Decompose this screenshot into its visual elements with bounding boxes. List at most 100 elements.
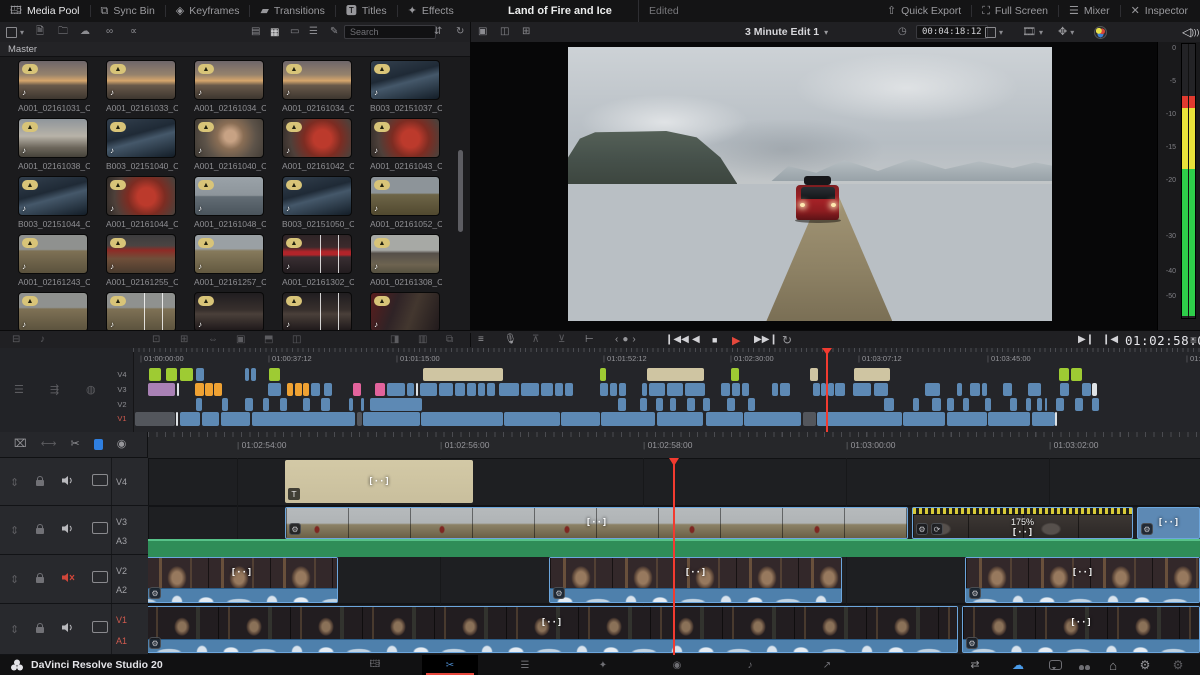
media-page-button[interactable]: 🖽 xyxy=(347,655,403,675)
overview-clip[interactable] xyxy=(222,398,228,411)
overview-clip[interactable] xyxy=(195,383,204,396)
track-header-v4[interactable]: ⇕V4 xyxy=(0,458,148,506)
overview-clip[interactable] xyxy=(903,412,945,426)
overview-clip[interactable] xyxy=(657,412,703,426)
timeline-video-clip-retime[interactable]: 175%[··]⚙⟳ xyxy=(912,507,1133,539)
stop-button[interactable]: ■ xyxy=(712,331,717,349)
place-on-top-icon[interactable]: ⬒ xyxy=(264,331,273,349)
overview-clip[interactable] xyxy=(361,398,364,411)
smooth-cut-icon[interactable]: ⧉ xyxy=(446,331,453,349)
overview-clip[interactable] xyxy=(202,412,219,426)
media-clip[interactable]: ▲♪A001_02161308_C... xyxy=(370,234,440,287)
media-clip[interactable]: ▲♪B003_02151050_C... xyxy=(282,176,352,229)
timeline-ruler[interactable]: 01:02:54:0001:02:56:0001:02:58:0001:03:0… xyxy=(148,432,1200,459)
viewer-mode-1-icon[interactable]: ▣ xyxy=(478,22,487,42)
overview-playhead[interactable] xyxy=(826,348,828,432)
track-resize-icon[interactable]: ⇕ xyxy=(10,570,19,588)
media-clip[interactable]: ▲♪A001_02161034_C... xyxy=(282,60,352,113)
collaboration-icon[interactable] xyxy=(1075,655,1095,675)
overview-clip[interactable] xyxy=(1082,383,1091,396)
overview-clip[interactable] xyxy=(732,383,740,396)
loop-button[interactable]: ↻ xyxy=(782,331,792,349)
search-input[interactable] xyxy=(344,25,436,39)
overview-clip[interactable] xyxy=(196,368,204,381)
overview-clip[interactable] xyxy=(287,383,293,396)
overview-clip[interactable] xyxy=(221,412,250,426)
deliver-page-button[interactable]: ↗ xyxy=(799,655,855,675)
overview-clip[interactable] xyxy=(780,383,790,396)
viewer-mode-2-icon[interactable]: ◫ xyxy=(500,22,509,42)
grab-still-icon[interactable]: ⊻ xyxy=(558,331,565,349)
track-header-v3[interactable]: ⇕V3A3 xyxy=(0,506,148,555)
timeline-interview-clip[interactable]: ⚙[··] xyxy=(148,557,338,603)
close-up-icon[interactable]: ▣ xyxy=(236,331,245,349)
overview-clip[interactable] xyxy=(884,398,894,411)
overview-clip[interactable] xyxy=(670,398,676,411)
overview-clip[interactable] xyxy=(1056,398,1064,411)
overview-clip[interactable] xyxy=(149,368,161,381)
fairlight-page-button[interactable]: ♪ xyxy=(722,655,778,675)
overview-clip[interactable] xyxy=(363,412,420,426)
overview-clip[interactable] xyxy=(1003,383,1012,396)
overview-clip[interactable] xyxy=(280,398,287,411)
overview-clip[interactable] xyxy=(1026,398,1031,411)
overview-clip[interactable] xyxy=(521,383,539,396)
overview-clip[interactable] xyxy=(353,383,361,396)
media-pool-panel-toggle[interactable]: ▾ xyxy=(6,22,24,42)
overview-clip[interactable] xyxy=(1032,412,1055,426)
action-quick-export[interactable]: ⇧Quick Export xyxy=(877,0,971,22)
overview-clip[interactable] xyxy=(828,383,834,396)
refresh-button[interactable]: ↻ xyxy=(456,22,464,42)
overview-clip[interactable] xyxy=(731,368,739,381)
overview-clip[interactable] xyxy=(685,383,705,396)
marker-color-swatch[interactable] xyxy=(94,439,103,450)
video-preview[interactable] xyxy=(568,47,1052,321)
overview-clip[interactable] xyxy=(177,383,179,396)
media-clip[interactable]: ▲♪A001_02161031_C... xyxy=(18,60,88,113)
overview-clip[interactable] xyxy=(295,383,302,396)
bin-breadcrumb[interactable]: Master xyxy=(0,42,470,57)
unlink-media-button[interactable]: ∝ xyxy=(130,22,137,42)
timeline-selector[interactable]: 3 Minute Edit 1▾ xyxy=(745,22,828,42)
smart-insert-icon[interactable]: ⊡ xyxy=(152,331,160,349)
nav-sync-bin[interactable]: ⧉Sync Bin xyxy=(91,0,165,22)
overview-clip[interactable] xyxy=(932,398,941,411)
overview-clip[interactable] xyxy=(706,412,743,426)
view-strip-button[interactable]: ▭ xyxy=(290,22,299,42)
trim-mode-icon[interactable]: ⟷ xyxy=(41,439,57,450)
media-clip[interactable]: ▲♪A001_02161043_C... xyxy=(370,118,440,171)
overview-clip[interactable] xyxy=(375,383,385,396)
source-overwrite-icon[interactable]: ◫ xyxy=(292,331,301,349)
overview-clip[interactable] xyxy=(349,398,353,411)
overview-clip[interactable] xyxy=(957,383,962,396)
color-page-button[interactable]: ◉ xyxy=(649,655,705,675)
overview-clip[interactable] xyxy=(947,398,954,411)
cloud-icon[interactable]: ☁ xyxy=(1008,655,1028,675)
nav-effects[interactable]: ✦Effects xyxy=(398,0,464,22)
overview-clip[interactable] xyxy=(1055,412,1057,426)
track-header-v1[interactable]: ⇕V1A1 xyxy=(0,604,148,655)
track-resize-icon[interactable]: ⇕ xyxy=(10,620,19,638)
overview-clip[interactable] xyxy=(970,383,980,396)
media-clip[interactable]: ▲♪B003_02151044_C... xyxy=(18,176,88,229)
go-to-start-button[interactable]: ❙◀◀ xyxy=(665,331,689,349)
previous-edit-button[interactable]: ❙◀ xyxy=(1102,331,1118,349)
tools-options-button[interactable]: ✥▾ xyxy=(1058,22,1074,42)
overview-clip[interactable] xyxy=(925,383,940,396)
overview-clip[interactable] xyxy=(727,398,735,411)
overview-clip[interactable] xyxy=(135,412,175,426)
overview-clip[interactable] xyxy=(214,383,222,396)
overview-clip[interactable] xyxy=(988,412,1030,426)
overview-clip[interactable] xyxy=(245,368,249,381)
overview-clip[interactable] xyxy=(499,383,519,396)
overview-clip[interactable] xyxy=(813,383,820,396)
overview-clip[interactable] xyxy=(853,383,871,396)
media-clip[interactable]: ▲♪A001_02161243_C... xyxy=(18,234,88,287)
fusion-page-button[interactable]: ✦ xyxy=(575,655,631,675)
nav-titles[interactable]: 🆃Titles xyxy=(336,0,397,22)
media-clip[interactable]: ▲♪ xyxy=(106,292,176,330)
media-clip[interactable]: ▲♪A001_02161042_C... xyxy=(282,118,352,171)
overview-clip[interactable] xyxy=(835,383,845,396)
nav-transitions[interactable]: ▰Transitions xyxy=(250,0,334,22)
overview-clip[interactable] xyxy=(1059,368,1069,381)
